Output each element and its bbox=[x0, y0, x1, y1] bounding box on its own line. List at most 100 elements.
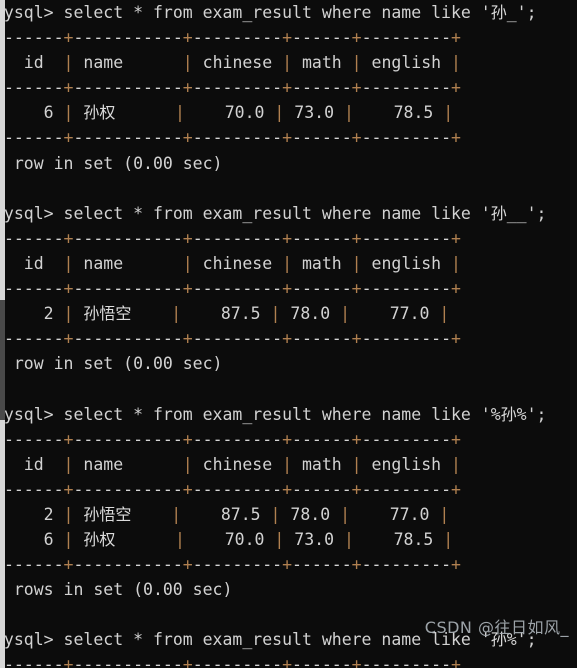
mysql-prompt: mysql> bbox=[0, 203, 54, 223]
query-line[interactable]: mysql> select * from exam_result where n… bbox=[0, 0, 577, 25]
table-border-rule: ------ bbox=[292, 128, 352, 148]
table-border-pipe: + bbox=[282, 279, 293, 299]
text-run: name bbox=[73, 53, 183, 73]
text-run: 78.5 bbox=[353, 529, 444, 549]
table-border-pipe: | bbox=[282, 454, 293, 474]
table-border-pipe: + bbox=[182, 479, 193, 499]
text-run: english bbox=[361, 454, 451, 474]
table-border-pipe: + bbox=[182, 555, 193, 575]
table-border-rule: ------ bbox=[3, 279, 64, 299]
cjk-text-run: 孙权 bbox=[83, 529, 116, 549]
table-border-pipe: + bbox=[282, 479, 293, 499]
table-border-rule: ------ bbox=[3, 479, 64, 499]
text-run: 1 row in set (0.00 sec) bbox=[0, 354, 223, 374]
text-run bbox=[73, 505, 83, 524]
table-border-pipe: + bbox=[63, 555, 74, 575]
table-border-rule: ------ bbox=[3, 128, 64, 148]
table-border-pipe: + bbox=[282, 429, 293, 449]
table-border-rule: --------- bbox=[192, 28, 283, 48]
table-border-pipe: + bbox=[182, 279, 193, 299]
table-header-row: | id | name | chinese | math | english | bbox=[0, 50, 577, 75]
table-border-pipe: | bbox=[274, 103, 285, 123]
text-run: 87.5 bbox=[181, 504, 271, 524]
table-border-pipe: + bbox=[282, 128, 293, 148]
table-border-pipe: | bbox=[182, 253, 193, 273]
text-run: 1 row in set (0.00 sec) bbox=[0, 153, 223, 173]
table-border-rule: --------- bbox=[361, 28, 451, 48]
table-border-pipe: + bbox=[351, 329, 362, 349]
table-border-pipe: | bbox=[63, 454, 74, 474]
table-border-pipe: + bbox=[351, 128, 362, 148]
table-border-pipe: + bbox=[182, 28, 193, 48]
sql-query-text[interactable]: select * from exam_result where name lik… bbox=[54, 405, 547, 424]
table-border-pipe: + bbox=[63, 479, 74, 499]
text-run: 2 rows in set (0.00 sec) bbox=[0, 580, 233, 600]
table-border-rule: ----------- bbox=[73, 329, 183, 349]
text-run: math bbox=[292, 53, 352, 73]
result-status-line: 1 row in set (0.00 sec) bbox=[0, 151, 577, 176]
table-row: | 2 | 孙悟空 | 87.5 | 78.0 | 77.0 | bbox=[0, 502, 577, 527]
table-border-rule: ----------- bbox=[73, 555, 183, 575]
table-border-rule: ------ bbox=[292, 228, 352, 248]
table-border-pipe: | bbox=[63, 304, 74, 324]
table-border-rule: ------ bbox=[3, 228, 64, 248]
sql-query-text[interactable]: select * from exam_result where name lik… bbox=[54, 204, 547, 223]
table-border-pipe: | bbox=[63, 103, 74, 123]
query-line[interactable]: mysql> select * from exam_result where n… bbox=[0, 201, 577, 226]
scrollbar-thumb[interactable] bbox=[0, 300, 5, 420]
table-border-rule: ------ bbox=[292, 279, 352, 299]
text-run: 78.5 bbox=[353, 103, 444, 123]
table-border-pipe: | bbox=[282, 253, 293, 273]
sql-query-text[interactable]: select * from exam_result where name lik… bbox=[54, 3, 537, 22]
table-border-rule: --------- bbox=[192, 429, 283, 449]
query-line[interactable]: mysql> select * from exam_result where n… bbox=[0, 402, 577, 427]
text-run: name bbox=[73, 253, 183, 273]
text-run: english bbox=[361, 253, 451, 273]
table-border-pipe: + bbox=[451, 479, 461, 499]
cjk-text-run: 孙 bbox=[490, 3, 507, 22]
text-run: english bbox=[361, 53, 451, 73]
table-border-rule: ----------- bbox=[73, 429, 183, 449]
table-row: | 6 | 孙权 | 70.0 | 73.0 | 78.5 | bbox=[0, 527, 577, 552]
terminal-screen[interactable]: mysql> select * from exam_result where n… bbox=[0, 0, 577, 668]
table-border-pipe: + bbox=[451, 228, 461, 248]
table-border-rule: ------ bbox=[3, 429, 64, 449]
table-border-pipe: | bbox=[451, 454, 461, 474]
table-row: | 2 | 孙悟空 | 87.5 | 78.0 | 77.0 | bbox=[0, 301, 577, 326]
text-run: 70.0 bbox=[184, 103, 275, 123]
result-status-line: 2 rows in set (0.00 sec) bbox=[0, 577, 577, 602]
table-border-pipe: | bbox=[182, 53, 193, 73]
table-border-rule: --------- bbox=[361, 555, 451, 575]
terminal-window[interactable]: mysql> select * from exam_result where n… bbox=[0, 0, 577, 668]
table-separator-bottom: +------+-----------+---------+------+---… bbox=[0, 125, 577, 150]
table-separator-bottom: +------+-----------+---------+------+---… bbox=[0, 326, 577, 351]
text-run: 77.0 bbox=[350, 504, 440, 524]
table-border-rule: ----------- bbox=[73, 279, 183, 299]
table-border-rule: --------- bbox=[192, 479, 283, 499]
table-separator-top: +------+-----------+---------+------+---… bbox=[0, 25, 577, 50]
text-run bbox=[115, 103, 175, 122]
table-border-pipe: + bbox=[451, 78, 461, 98]
table-border-pipe: + bbox=[451, 655, 461, 668]
table-border-pipe: + bbox=[351, 655, 362, 668]
table-border-pipe: | bbox=[63, 504, 74, 524]
table-separator-top: +------+-----------+---------+------+---… bbox=[0, 226, 577, 251]
table-border-pipe: | bbox=[340, 304, 351, 324]
table-border-rule: --------- bbox=[192, 655, 283, 668]
result-status-line: 1 row in set (0.00 sec) bbox=[0, 351, 577, 376]
table-border-rule: --------- bbox=[192, 78, 283, 98]
text-run: select * from exam_result where name lik… bbox=[53, 404, 501, 424]
table-border-pipe: + bbox=[451, 128, 461, 148]
table-separator-top: +------+-----------+---------+------+---… bbox=[0, 427, 577, 452]
table-border-pipe: | bbox=[443, 529, 454, 549]
table-border-pipe: | bbox=[182, 454, 193, 474]
mysql-prompt: mysql> bbox=[0, 630, 54, 650]
text-run bbox=[73, 530, 83, 549]
text-run: id bbox=[3, 53, 64, 73]
table-border-pipe: | bbox=[171, 304, 182, 324]
table-border-pipe: + bbox=[451, 279, 461, 299]
cjk-text-run: 孙权 bbox=[83, 103, 116, 123]
text-run: math bbox=[292, 454, 352, 474]
table-separator-mid: +------+-----------+---------+------+---… bbox=[0, 477, 577, 502]
text-run: 78.0 bbox=[280, 304, 341, 324]
